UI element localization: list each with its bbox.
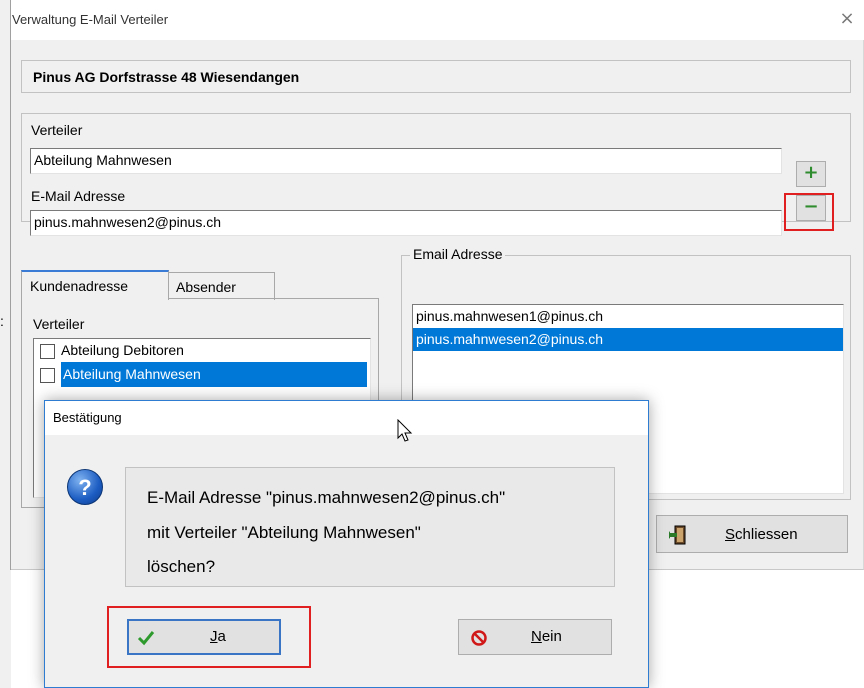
kunden-verteiler-label: Verteiler: [33, 316, 85, 332]
window-title: Verwaltung E-Mail Verteiler: [12, 12, 169, 27]
message-line: E-Mail Adresse "pinus.mahnwesen2@pinus.c…: [147, 488, 506, 507]
dialog-title: Bestätigung: [53, 410, 122, 425]
verteiler-form-group: Verteiler Abteilung Mahnwesen E-Mail Adr…: [21, 113, 851, 236]
list-item[interactable]: Abteilung Debitoren: [34, 339, 370, 362]
message-line: löschen?: [147, 557, 216, 576]
list-item-label: Abteilung Debitoren: [61, 342, 184, 358]
tab-kundenadresse[interactable]: Kundenadresse: [21, 270, 169, 300]
mouse-cursor-icon: [397, 419, 413, 442]
no-entry-icon: [471, 630, 487, 646]
add-button[interactable]: +: [796, 161, 826, 187]
tab-absender[interactable]: Absender: [167, 272, 275, 300]
question-icon: ?: [67, 469, 103, 505]
message-line: mit Verteiler "Abteilung Mahnwesen": [147, 523, 421, 542]
nein-button[interactable]: Nein: [458, 619, 612, 655]
list-item[interactable]: Abteilung Mahnwesen: [34, 362, 370, 387]
list-item[interactable]: pinus.mahnwesen1@pinus.ch: [413, 305, 843, 328]
list-item-selected[interactable]: pinus.mahnwesen2@pinus.ch: [413, 328, 843, 351]
checkbox[interactable]: [40, 367, 55, 383]
company-bar: Pinus AG Dorfstrasse 48 Wiesendangen: [21, 60, 851, 93]
confirmation-dialog: Bestätigung ? E-Mail Adresse "pinus.mahn…: [44, 400, 649, 688]
list-item-label-selected: Abteilung Mahnwesen: [61, 362, 367, 387]
company-name: Pinus AG Dorfstrasse 48 Wiesendangen: [33, 69, 300, 85]
close-icon[interactable]: ×: [836, 8, 858, 30]
dialog-message: E-Mail Adresse "pinus.mahnwesen2@pinus.c…: [125, 467, 615, 587]
background-window-char: :: [0, 313, 4, 329]
ja-button[interactable]: Ja: [127, 619, 281, 655]
checkbox[interactable]: [40, 343, 55, 359]
verteiler-label: Verteiler: [31, 122, 83, 138]
exit-door-icon: [669, 525, 686, 545]
email-input[interactable]: pinus.mahnwesen2@pinus.ch: [30, 210, 782, 236]
email-label: E-Mail Adresse: [31, 188, 126, 204]
schliessen-button[interactable]: Schliessen: [656, 515, 848, 553]
dialog-titlebar[interactable]: Bestätigung: [45, 401, 648, 435]
email-group-legend: Email Adresse: [410, 246, 506, 262]
checkmark-icon: [137, 631, 155, 646]
ja-label: Ja: [210, 628, 226, 645]
schliessen-label: Schliessen: [725, 526, 798, 543]
highlight-remove-button: [784, 193, 834, 231]
verteiler-input[interactable]: Abteilung Mahnwesen: [30, 148, 782, 174]
nein-label: Nein: [531, 628, 562, 645]
